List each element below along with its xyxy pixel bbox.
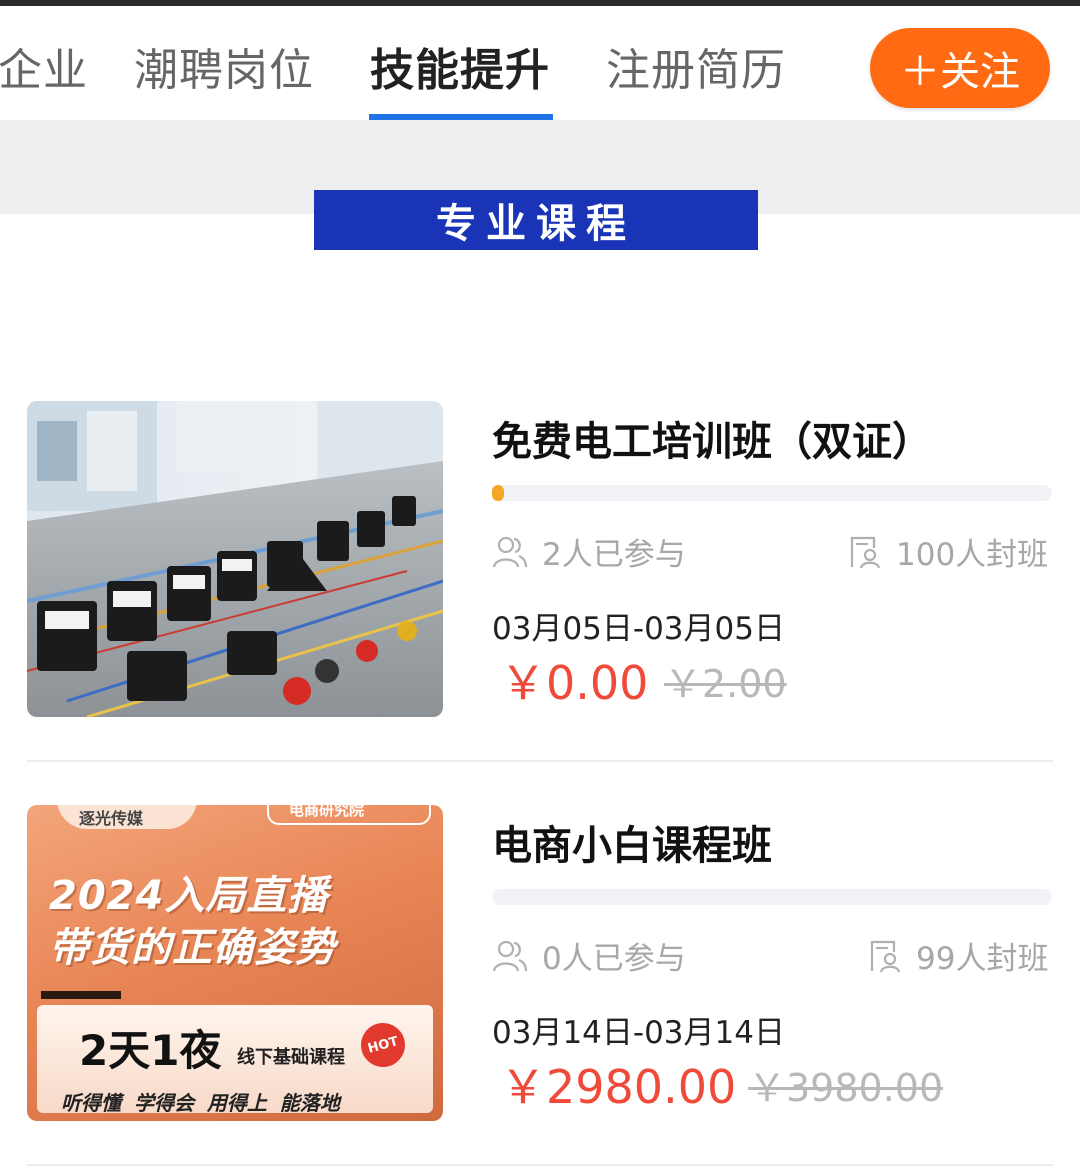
brand-label: 逐光传媒 — [79, 809, 144, 828]
course-card[interactable]: 免费电工培训班（双证） 2人已参与 100人封班 03月05日-03月05日 ￥… — [0, 401, 1080, 731]
class-capacity: 99人封班 — [866, 933, 1048, 978]
poster-slogan: 听得懂 学得会 用得上 能落地 — [61, 1091, 340, 1115]
participants: 2人已参与 — [492, 529, 686, 574]
electrical-training-photo-icon — [27, 401, 443, 717]
current-price: ￥0.00 — [500, 656, 649, 710]
users-icon — [492, 940, 528, 971]
tab-jobs[interactable]: 潮聘岗位 — [134, 34, 314, 98]
course-dates: 03月14日-03月14日 — [492, 1015, 785, 1051]
course-title[interactable]: 免费电工培训班（双证） — [492, 409, 932, 467]
course-thumbnail[interactable]: 逐光传媒 电商研究院 2024入局直播 带货的正确姿势 2天1夜 线下基础课程 … — [27, 805, 443, 1121]
roster-icon — [870, 940, 901, 972]
course-dates: 03月05日-03月05日 — [492, 611, 785, 647]
users-icon — [492, 536, 528, 567]
follow-button[interactable]: ＋关注 — [870, 28, 1050, 108]
poster-headline-1: 2024入局直播 — [49, 873, 329, 919]
enrollment-progress — [492, 485, 1052, 501]
poster-headline-2: 带货的正确姿势 — [49, 925, 336, 971]
current-price: ￥2980.00 — [500, 1060, 737, 1114]
course-card[interactable]: 逐光传媒 电商研究院 2024入局直播 带货的正确姿势 2天1夜 线下基础课程 … — [0, 805, 1080, 1135]
capacity-label: 100人封班 — [896, 537, 1049, 573]
tab-enterprise[interactable]: 企业 — [0, 34, 88, 98]
progress-fill — [492, 485, 504, 501]
course-thumbnail[interactable] — [27, 401, 443, 717]
capacity-label: 99人封班 — [916, 941, 1049, 977]
poster-course-type: 线下基础课程 — [237, 1047, 345, 1068]
tab-bar: 企业 潮聘岗位 技能提升 注册简历 ＋关注 — [0, 6, 1080, 120]
roster-icon — [850, 536, 881, 568]
poster-duration: 2天1夜 — [79, 1026, 222, 1075]
tab-register-resume[interactable]: 注册简历 — [606, 34, 786, 98]
tag-label: 电商研究院 — [289, 805, 365, 819]
class-capacity: 100人封班 — [846, 529, 1048, 574]
enrollment-progress — [492, 889, 1052, 905]
divider — [27, 760, 1053, 762]
course-title[interactable]: 电商小白课程班 — [492, 813, 772, 871]
section-title: 专业课程 — [314, 190, 758, 250]
participants-count: 0人已参与 — [542, 941, 686, 977]
original-price: ￥3980.00 — [748, 1066, 944, 1110]
original-price: ￥2.00 — [664, 662, 787, 706]
participants-count: 2人已参与 — [542, 537, 686, 573]
participants: 0人已参与 — [492, 933, 686, 978]
divider — [27, 1164, 1053, 1166]
tab-skills[interactable]: 技能提升 — [370, 34, 550, 98]
